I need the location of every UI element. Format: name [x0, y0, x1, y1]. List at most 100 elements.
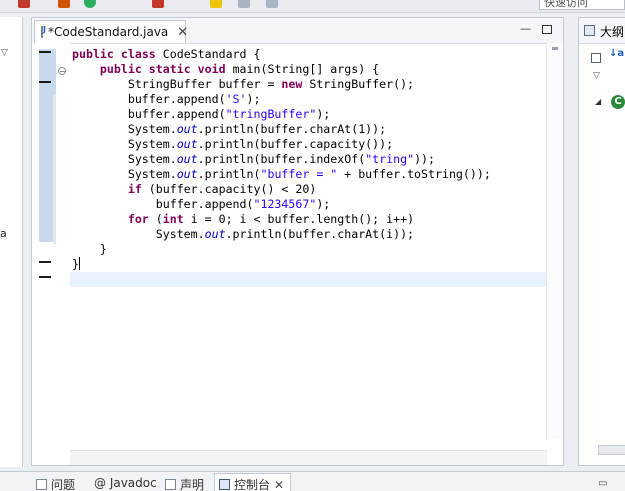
java-perspective-icon[interactable]: [210, 0, 222, 8]
code-token: CodeStandard {: [156, 47, 261, 61]
maximize-icon[interactable]: [542, 25, 552, 34]
code-line[interactable]: System.out.println(buffer.charAt(i));: [72, 227, 533, 242]
view-icon[interactable]: [266, 0, 278, 8]
code-token: public: [72, 47, 114, 61]
view-menu-chevron-icon[interactable]: ▽: [593, 71, 600, 81]
code-line[interactable]: }: [72, 242, 533, 257]
code-token: }: [72, 242, 107, 256]
code-line[interactable]: System.out.println(buffer.indexOf("tring…: [72, 152, 533, 167]
close-icon[interactable]: ✕: [177, 26, 188, 39]
code-token: [142, 62, 149, 76]
run-icon[interactable]: [58, 0, 70, 8]
code-line[interactable]: buffer.append('S');: [72, 92, 533, 107]
code-line[interactable]: if (buffer.capacity() < 20): [72, 182, 533, 197]
code-token: new: [281, 77, 302, 91]
code-token: System.: [72, 152, 177, 166]
layout-icon[interactable]: [238, 0, 250, 8]
overview-ruler[interactable]: [546, 43, 563, 439]
code-token: ));: [414, 152, 435, 166]
line-marker: [39, 276, 51, 278]
code-line[interactable]: }: [72, 257, 533, 272]
code-token: "1234567": [253, 197, 316, 211]
chevron-down-icon[interactable]: ▽: [1, 48, 8, 58]
code-token: out: [205, 227, 226, 241]
java-file-icon: [41, 26, 43, 38]
code-token: [72, 62, 100, 76]
outline-icon: [584, 25, 595, 36]
code-line[interactable]: buffer.append("1234567");: [72, 197, 533, 212]
code-token: + buffer.toString());: [337, 167, 491, 181]
open-perspective-icon[interactable]: [152, 0, 164, 8]
code-token: StringBuffer();: [302, 77, 414, 91]
tools-icon[interactable]: [84, 0, 96, 8]
code-token: if: [128, 182, 142, 196]
code-token: [114, 47, 121, 61]
tab-console[interactable]: 控制台 ✕: [214, 473, 291, 491]
tab-problems-label: 问题: [51, 476, 75, 491]
text-caret: [79, 257, 80, 270]
code-token: "buffer = ": [260, 167, 337, 181]
outline-scrollbar[interactable]: [598, 445, 625, 455]
code-token: [72, 212, 128, 226]
code-token: buffer.append(: [72, 107, 226, 121]
code-line[interactable]: public class CodeStandard {: [72, 47, 533, 62]
source-code[interactable]: public class CodeStandard { public stati…: [72, 47, 533, 272]
declaration-icon: [165, 479, 176, 490]
code-token: for: [128, 212, 149, 226]
code-token: buffer.append(: [72, 197, 253, 211]
code-token: "tringBuffer": [226, 107, 317, 121]
tab-problems[interactable]: 问题: [36, 476, 75, 491]
code-token: "tring": [365, 152, 414, 166]
quick-access-input[interactable]: 快速访问: [539, 0, 625, 10]
code-token: i = 0; i < buffer.length(); i++): [184, 212, 414, 226]
change-stripe: [53, 94, 56, 244]
tab-declaration-label: 声明: [180, 476, 204, 491]
minimize-icon[interactable]: ▭: [598, 478, 607, 489]
code-token: .println(buffer.indexOf(: [198, 152, 366, 166]
expand-triangle-icon[interactable]: ◢: [595, 97, 601, 106]
tab-label: *CodeStandard.java: [48, 25, 168, 39]
code-editor: *CodeStandard.java ✕ — − public class Co…: [31, 17, 564, 466]
code-area[interactable]: − public class CodeStandard { public sta…: [32, 43, 563, 439]
debug-icon[interactable]: [18, 0, 30, 8]
code-token: );: [316, 197, 330, 211]
collapse-all-icon[interactable]: [591, 53, 601, 63]
code-token: buffer.append(: [72, 92, 226, 106]
code-token: System.: [72, 227, 205, 241]
code-line[interactable]: System.out.println(buffer.capacity());: [72, 137, 533, 152]
outline-panel: 大纲 ↓a ▽ ◢ C: [578, 17, 625, 466]
code-token: System.: [72, 122, 177, 136]
tab-javadoc-label: @ Javadoc: [94, 476, 157, 490]
horizontal-scrollbar[interactable]: [70, 450, 547, 465]
tab-declaration[interactable]: 声明: [165, 476, 204, 491]
collapse-icon[interactable]: −: [58, 67, 66, 75]
main-toolbar: 快速访问: [0, 0, 625, 13]
problems-icon: [36, 479, 47, 490]
code-line[interactable]: System.out.println("buffer = " + buffer.…: [72, 167, 533, 182]
overview-marker[interactable]: [552, 47, 558, 50]
code-token: );: [316, 107, 330, 121]
close-icon[interactable]: ✕: [274, 478, 284, 491]
code-line[interactable]: StringBuffer buffer = new StringBuffer()…: [72, 77, 533, 92]
class-icon[interactable]: C: [611, 95, 625, 109]
tab-codestandard-java[interactable]: *CodeStandard.java ✕: [34, 20, 186, 43]
code-line[interactable]: buffer.append("tringBuffer");: [72, 107, 533, 122]
package-explorer-item-fragment[interactable]: a: [0, 227, 7, 240]
code-token: out: [177, 122, 198, 136]
line-marker: [39, 261, 51, 263]
outline-title[interactable]: 大纲: [600, 23, 624, 40]
code-line[interactable]: for (int i = 0; i < buffer.length(); i++…: [72, 212, 533, 227]
code-token: );: [247, 92, 261, 106]
code-line[interactable]: System.out.println(buffer.charAt(1));: [72, 122, 533, 137]
tab-console-label: 控制台: [234, 476, 270, 491]
line-marker: [39, 81, 51, 83]
code-token: void: [198, 62, 226, 76]
sort-icon[interactable]: ↓a: [609, 48, 624, 59]
folding-ruler: [56, 43, 70, 439]
code-line[interactable]: public static void main(String[] args) {: [72, 62, 533, 77]
minimize-icon[interactable]: —: [520, 23, 531, 34]
code-token: static: [149, 62, 191, 76]
tab-javadoc[interactable]: @ Javadoc: [94, 476, 157, 490]
outline-header: 大纲: [579, 18, 625, 44]
code-token: [72, 182, 128, 196]
